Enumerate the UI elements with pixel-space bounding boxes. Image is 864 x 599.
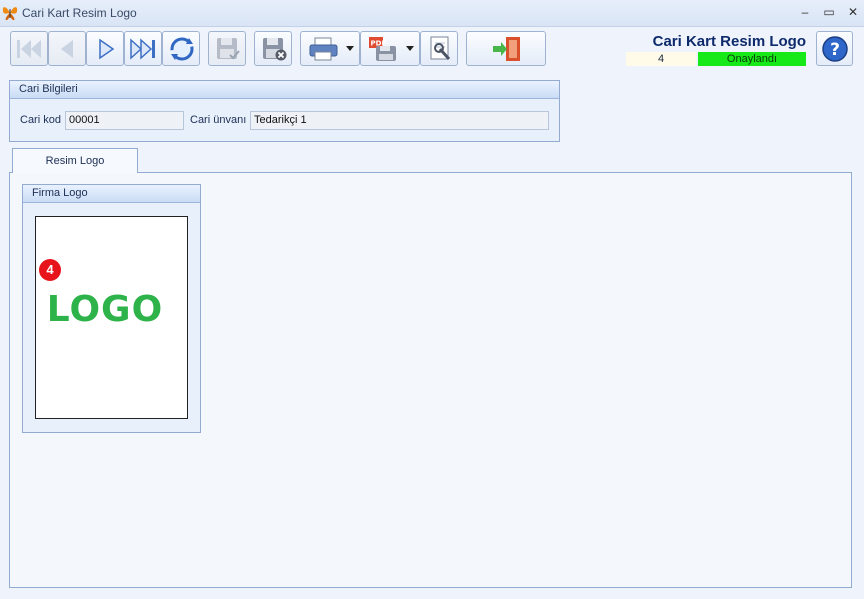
cari-bilgileri-header: Cari Bilgileri	[10, 81, 559, 99]
delete-icon	[263, 38, 287, 61]
cari-kod-label: Cari kod	[20, 114, 61, 126]
refresh-button[interactable]	[162, 31, 200, 66]
cari-kod-field[interactable]: 00001	[65, 111, 184, 130]
previous-record-icon	[61, 40, 73, 58]
header-title: Cari Kart Resim Logo	[652, 33, 806, 50]
firma-logo-group: Firma Logo 4 LOGO	[22, 184, 201, 433]
logo-badge: 4	[39, 259, 61, 281]
close-button[interactable]: ✕	[844, 4, 862, 20]
print-icon	[309, 37, 338, 61]
last-record-button[interactable]	[124, 31, 162, 66]
butterfly-icon	[2, 7, 18, 21]
logo-image-frame[interactable]: 4 LOGO	[35, 216, 188, 419]
cari-unvani-label: Cari ünvanı	[190, 114, 247, 126]
help-icon: ?	[822, 36, 848, 62]
print-button[interactable]	[300, 31, 360, 66]
exit-button[interactable]	[466, 31, 546, 66]
save-button[interactable]	[208, 31, 246, 66]
maximize-button[interactable]: ▭	[820, 4, 838, 20]
last-record-icon	[130, 38, 155, 60]
firma-logo-header: Firma Logo	[23, 185, 200, 203]
first-record-button[interactable]	[10, 31, 48, 66]
title-bar: Cari Kart Resim Logo ‒ ▭ ✕	[0, 0, 864, 27]
cari-bilgileri-group: Cari Bilgileri Cari kod 00001 Cari ünvan…	[9, 80, 560, 142]
window-title: Cari Kart Resim Logo	[22, 6, 137, 20]
minimize-button[interactable]: ‒	[796, 4, 814, 20]
tools-button[interactable]	[420, 31, 458, 66]
tools-icon	[430, 36, 451, 61]
logo-image-text: LOGO	[46, 289, 164, 330]
pdf-export-icon: PDF	[369, 37, 396, 61]
chevron-down-icon	[346, 46, 354, 51]
previous-record-button[interactable]	[48, 31, 86, 66]
delete-button[interactable]	[254, 31, 292, 66]
help-button[interactable]: ?	[816, 31, 853, 66]
save-icon	[217, 38, 240, 60]
status-badge: Onaylandı	[698, 52, 806, 66]
refresh-icon	[170, 37, 194, 61]
next-record-button[interactable]	[86, 31, 124, 66]
chevron-down-icon	[406, 46, 414, 51]
tab-panel-resim-logo: Firma Logo 4 LOGO	[9, 172, 852, 588]
next-record-icon	[99, 38, 115, 60]
exit-icon	[493, 37, 520, 61]
record-number: 4	[626, 52, 696, 66]
first-record-icon	[17, 40, 41, 58]
svg-text:?: ?	[830, 40, 840, 60]
pdf-export-button[interactable]: PDF	[360, 31, 420, 66]
cari-unvani-field[interactable]: Tedarikçi 1	[250, 111, 549, 130]
tab-resim-logo[interactable]: Resim Logo	[12, 148, 138, 173]
